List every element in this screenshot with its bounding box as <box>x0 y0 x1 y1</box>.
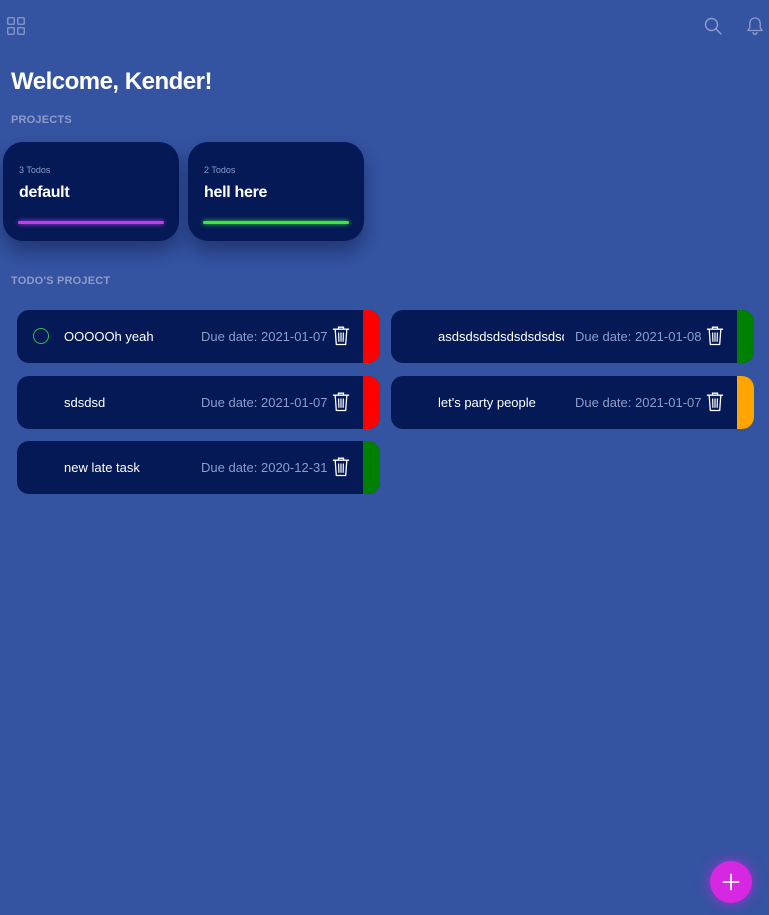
trash-icon[interactable] <box>332 326 350 346</box>
todo-item[interactable]: asdsdsdsdsdsdsdsdsd Due date: 2021-01-08 <box>391 310 754 363</box>
trash-icon[interactable] <box>706 326 724 346</box>
todo-title: sdsdsd <box>64 395 106 410</box>
todo-title: OOOOOh yeah <box>64 329 154 344</box>
todo-due-date: Due date: 2021-01-07 <box>575 395 702 410</box>
trash-icon[interactable] <box>706 392 724 412</box>
todo-title: new late task <box>64 460 140 475</box>
trash-icon[interactable] <box>332 392 350 412</box>
project-color-bar <box>203 221 349 224</box>
todo-title: asdsdsdsdsdsdsdsdsd <box>438 329 564 344</box>
todo-checkbox[interactable] <box>33 328 49 344</box>
project-name: hell here <box>204 184 268 201</box>
add-todo-button[interactable] <box>710 861 752 903</box>
home-screen: Welcome, Kender! PROJECTS 3 Todos defaul… <box>0 0 769 915</box>
todo-item[interactable]: OOOOOh yeah Due date: 2021-01-07 <box>17 310 380 363</box>
project-name: default <box>19 184 70 201</box>
todo-due-date: Due date: 2021-01-08 <box>575 329 702 344</box>
todo-due-date: Due date: 2021-01-07 <box>201 329 328 344</box>
grid-icon[interactable] <box>7 17 25 35</box>
priority-indicator <box>363 376 380 429</box>
todo-item[interactable]: let's party people Due date: 2021-01-07 <box>391 376 754 429</box>
trash-icon[interactable] <box>332 457 350 477</box>
todo-due-date: Due date: 2021-01-07 <box>201 395 328 410</box>
page-title: Welcome, Kender! <box>11 68 212 95</box>
priority-indicator <box>737 376 754 429</box>
todo-due-date: Due date: 2020-12-31 <box>201 460 328 475</box>
plus-icon <box>722 873 740 891</box>
project-todo-count: 2 Todos <box>204 165 236 175</box>
project-todo-count: 3 Todos <box>19 165 51 175</box>
todo-item[interactable]: new late task Due date: 2020-12-31 <box>17 441 380 494</box>
project-color-bar <box>18 221 164 224</box>
todo-title: let's party people <box>438 395 536 410</box>
todo-item[interactable]: sdsdsd Due date: 2021-01-07 <box>17 376 380 429</box>
search-icon[interactable] <box>704 17 722 35</box>
projects-section-label: PROJECTS <box>11 114 72 126</box>
priority-indicator <box>737 310 754 363</box>
bell-icon[interactable] <box>746 16 764 36</box>
todos-section-label: TODO'S PROJECT <box>11 275 111 287</box>
project-card-default[interactable]: 3 Todos default <box>3 142 179 241</box>
priority-indicator <box>363 441 380 494</box>
priority-indicator <box>363 310 380 363</box>
project-card-hell-here[interactable]: 2 Todos hell here <box>188 142 364 241</box>
